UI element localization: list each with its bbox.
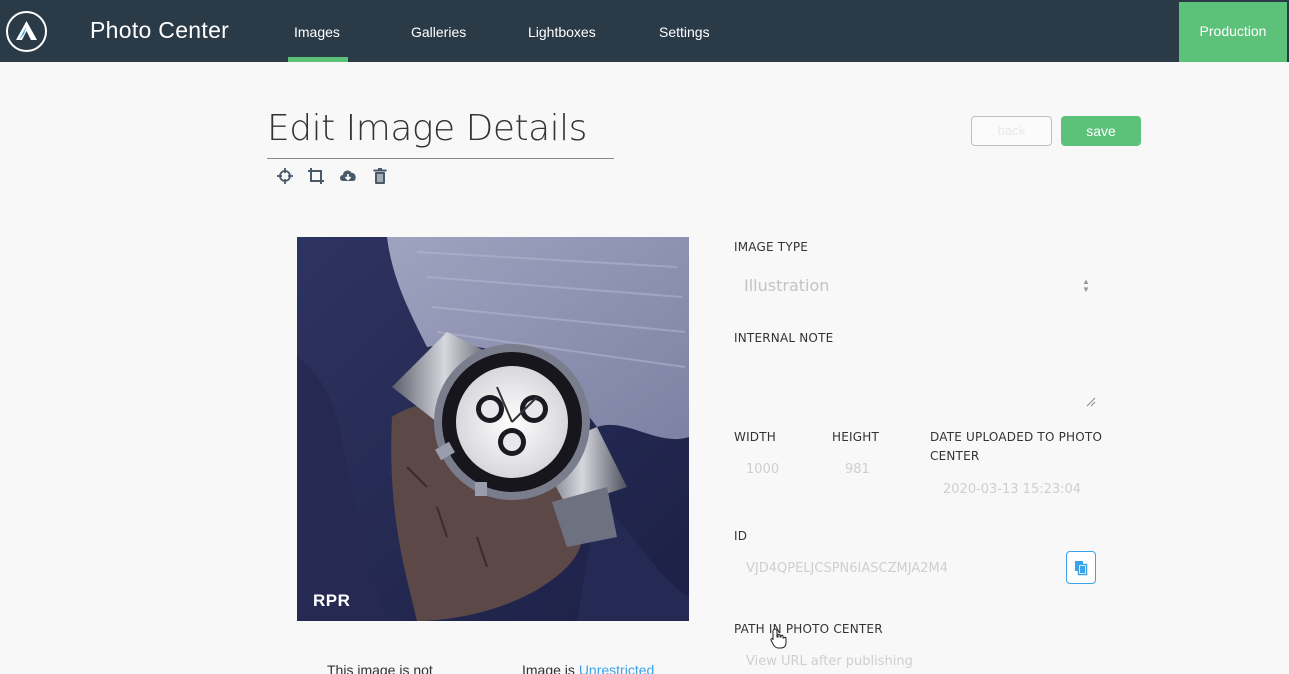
nav-tab-images[interactable]: Images (294, 24, 340, 40)
crosshair-icon[interactable] (275, 166, 295, 186)
internal-note-textarea[interactable] (734, 355, 1096, 407)
restriction-link[interactable]: Unrestricted (579, 662, 654, 674)
internal-note-label: INTERNAL NOTE (734, 331, 834, 345)
date-uploaded-label-line2: CENTER (930, 449, 980, 463)
back-button[interactable]: back (971, 116, 1052, 146)
height-field[interactable]: 981 (845, 462, 870, 477)
width-field[interactable]: 1000 (746, 462, 779, 477)
id-label: ID (734, 529, 748, 543)
nav-tab-galleries[interactable]: Galleries (411, 24, 466, 40)
nav-tab-lightboxes[interactable]: Lightboxes (528, 24, 596, 40)
height-label: HEIGHT (832, 430, 879, 444)
active-tab-indicator (288, 57, 348, 62)
resize-handle-icon[interactable] (1086, 397, 1096, 407)
title-divider (267, 158, 614, 159)
restriction-prefix: Image is (522, 662, 575, 674)
cloud-download-icon[interactable] (338, 166, 358, 186)
path-field: View URL after publishing (746, 654, 913, 669)
environment-button[interactable]: Production (1179, 2, 1287, 62)
hand-cursor-icon (770, 628, 787, 649)
image-type-select[interactable]: Illustration (744, 276, 829, 295)
image-preview: RPR (297, 237, 689, 621)
logo-icon[interactable] (6, 11, 47, 52)
copy-icon (1075, 561, 1088, 576)
id-field[interactable]: VJD4QPELJCSPN6IASCZMJA2M4 (746, 561, 948, 576)
select-arrows-icon[interactable]: ▲ ▼ (1081, 278, 1091, 294)
image-watermark: RPR (313, 591, 351, 610)
copy-id-button[interactable] (1066, 551, 1096, 584)
date-uploaded-label-line1: DATE UPLOADED TO PHOTO (930, 430, 1103, 444)
path-label: PATH IN PHOTO CENTER (734, 622, 883, 636)
page-title: Edit Image Details (267, 108, 587, 149)
width-label: WIDTH (734, 430, 776, 444)
app-title: Photo Center (90, 17, 230, 43)
top-navigation-bar: Photo Center Images Galleries Lightboxes… (0, 0, 1289, 62)
image-type-label: IMAGE TYPE (734, 240, 809, 254)
trash-icon[interactable] (370, 166, 390, 186)
save-button[interactable]: save (1061, 116, 1141, 146)
crop-icon[interactable] (306, 166, 326, 186)
nav-tab-settings[interactable]: Settings (659, 24, 710, 40)
date-uploaded-field: 2020-03-13 15:23:04 (943, 482, 1082, 497)
date-uploaded-label: DATE UPLOADED TO PHOTO CENTER (930, 430, 1102, 463)
restriction-note: Image is Unrestricted (522, 662, 654, 674)
license-note: This image is not (327, 662, 433, 674)
